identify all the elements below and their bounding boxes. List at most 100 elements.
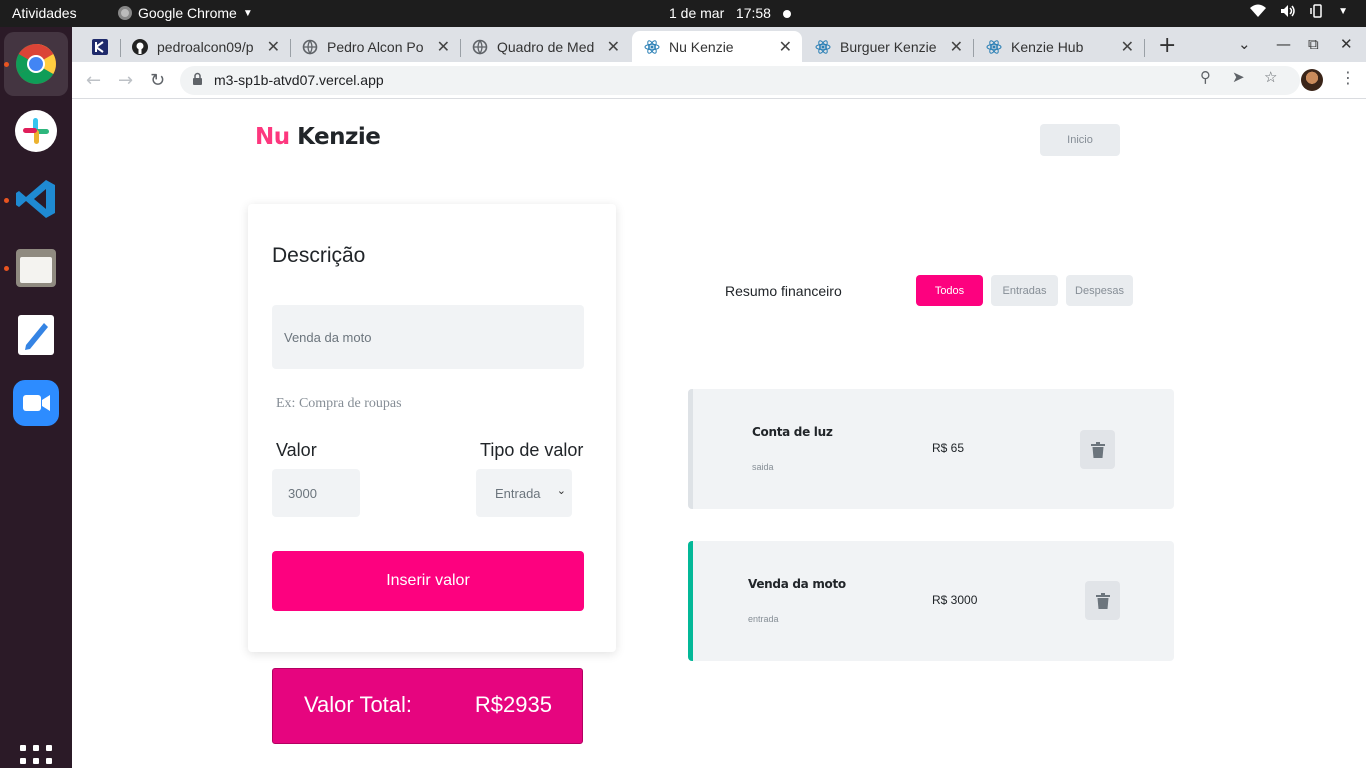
total-value: R$2935 <box>474 692 552 717</box>
dock <box>0 27 72 777</box>
chrome-icon <box>16 44 56 84</box>
entry-value: R$ 65 <box>932 441 965 455</box>
tab-search-icon[interactable]: ⌄ <box>1238 35 1251 53</box>
forward-icon[interactable]: → <box>118 70 133 91</box>
globe-icon <box>302 39 318 55</box>
kenzie-logo-icon <box>92 38 108 55</box>
tab-nu-kenzie[interactable]: Nu Kenzie ✕ <box>632 31 802 62</box>
delete-button[interactable] <box>1085 581 1120 620</box>
slack-icon <box>15 110 57 152</box>
close-icon[interactable]: ✕ <box>1121 37 1134 57</box>
close-icon[interactable]: ✕ <box>607 37 620 57</box>
logo-kenzie: Kenzie <box>297 124 381 150</box>
menu-icon[interactable]: ⋮ <box>1340 68 1356 87</box>
trash-icon <box>1090 441 1105 458</box>
entry-title: Conta de luz <box>752 425 833 439</box>
bookmark-star-icon[interactable]: ☆ <box>1264 68 1277 86</box>
chevron-down-icon: ▼ <box>242 7 253 19</box>
clock[interactable]: 1 de mar 17:58 <box>669 5 771 21</box>
delete-button[interactable] <box>1080 430 1115 469</box>
valor-input[interactable] <box>272 469 360 517</box>
total-card: Valor Total: R$2935 <box>272 668 583 744</box>
entry-title: Venda da moto <box>748 577 846 591</box>
running-indicator <box>4 62 9 67</box>
new-tab-icon[interactable]: + <box>1158 33 1176 58</box>
reload-icon[interactable]: ↻ <box>150 70 165 91</box>
entry-value: R$ 3000 <box>932 593 978 607</box>
phone-connect-icon <box>1310 4 1322 18</box>
wifi-icon <box>1250 4 1267 17</box>
tab-burguer-kenzie[interactable]: Burguer Kenzie ✕ <box>803 31 973 62</box>
tab-pedro-alcon[interactable]: Pedro Alcon Po ✕ <box>290 31 460 62</box>
filter-todos-button[interactable]: Todos <box>916 275 983 306</box>
entry-type: saida <box>752 462 774 472</box>
dock-slack[interactable] <box>12 107 60 155</box>
lock-icon <box>193 72 202 85</box>
show-apps-icon[interactable] <box>20 745 52 777</box>
page-content: Nu Kenzie Inicio Descrição Ex: Compra de… <box>72 100 1366 768</box>
back-icon[interactable]: ← <box>86 70 101 91</box>
close-icon[interactable]: ✕ <box>779 37 792 57</box>
system-tray[interactable]: ▼ <box>1250 4 1348 18</box>
close-icon[interactable]: ✕ <box>437 37 450 57</box>
tab-separator <box>1144 39 1145 57</box>
close-icon[interactable]: ✕ <box>267 37 280 57</box>
close-icon[interactable]: ✕ <box>950 37 963 57</box>
summary-title: Resumo financeiro <box>725 283 842 299</box>
restore-icon[interactable]: ⧉ <box>1308 35 1319 53</box>
filter-entradas-button[interactable]: Entradas <box>991 275 1058 306</box>
trash-icon <box>1095 592 1110 609</box>
inicio-button[interactable]: Inicio <box>1040 124 1120 156</box>
react-icon <box>815 39 831 55</box>
react-icon <box>986 39 1002 55</box>
window-close-icon[interactable]: ✕ <box>1340 35 1353 53</box>
entry-type: entrada <box>748 614 779 624</box>
tab-github[interactable]: pedroalcon09/p ✕ <box>120 31 290 62</box>
dock-files[interactable] <box>12 243 60 291</box>
address-bar[interactable]: m3-sp1b-atvd07.vercel.app <box>180 66 1300 95</box>
app-name: Google Chrome <box>138 5 237 21</box>
activities-button[interactable]: Atividades <box>12 5 77 21</box>
description-hint: Ex: Compra de roupas <box>276 396 402 411</box>
valor-label: Valor <box>276 440 317 460</box>
globe-icon <box>472 39 488 55</box>
transaction-form: Descrição Ex: Compra de roupas Valor Tip… <box>248 204 616 652</box>
dock-zoom[interactable] <box>12 379 60 427</box>
tab-pinned[interactable] <box>84 31 124 62</box>
vscode-icon <box>16 180 55 218</box>
tipo-selected-value: Entrada <box>495 485 541 501</box>
zoom-icon <box>13 380 59 426</box>
inserir-valor-button[interactable]: Inserir valor <box>272 551 584 611</box>
react-icon <box>644 39 660 55</box>
chevron-down-icon: ⌄ <box>556 485 566 497</box>
tab-strip: pedroalcon09/p ✕ Pedro Alcon Po ✕ Quadro… <box>72 27 1366 62</box>
app-logo: Nu Kenzie <box>255 124 381 150</box>
clock-date: 1 de mar <box>669 5 725 21</box>
dock-vscode[interactable] <box>12 175 60 223</box>
filter-despesas-button[interactable]: Despesas <box>1066 275 1133 306</box>
tipo-select[interactable]: Entrada ⌄ <box>476 469 572 517</box>
profile-avatar[interactable] <box>1301 69 1323 91</box>
description-input[interactable] <box>272 305 584 369</box>
tab-kenzie-hub[interactable]: Kenzie Hub ✕ <box>974 31 1144 62</box>
folder-icon <box>16 249 56 287</box>
total-label: Valor Total: <box>304 692 413 717</box>
minimize-icon[interactable]: — <box>1276 35 1291 53</box>
form-title: Descrição <box>272 244 366 267</box>
browser-toolbar: ← → ↻ m3-sp1b-atvd07.vercel.app ⚲ ➤ ☆ ⋮ <box>72 62 1366 99</box>
github-icon <box>132 38 148 55</box>
tipo-label: Tipo de valor <box>480 440 584 460</box>
tab-quadro[interactable]: Quadro de Med ✕ <box>460 31 630 62</box>
dock-chrome[interactable] <box>4 32 68 96</box>
transaction-card: Venda da moto entrada R$ 3000 <box>688 541 1174 661</box>
system-top-bar: Atividades Google Chrome ▼ 1 de mar 17:5… <box>0 0 1366 27</box>
notification-dot-icon <box>783 10 791 18</box>
text-editor-icon <box>18 315 54 355</box>
entry-accent-bar <box>688 541 693 661</box>
transaction-card: Conta de luz saida R$ 65 <box>688 389 1174 509</box>
send-icon[interactable]: ➤ <box>1232 68 1245 86</box>
url-text: m3-sp1b-atvd07.vercel.app <box>214 72 384 88</box>
app-menu[interactable]: Google Chrome ▼ <box>118 5 253 21</box>
zoom-icon[interactable]: ⚲ <box>1200 68 1211 86</box>
dock-text-editor[interactable] <box>12 311 60 359</box>
